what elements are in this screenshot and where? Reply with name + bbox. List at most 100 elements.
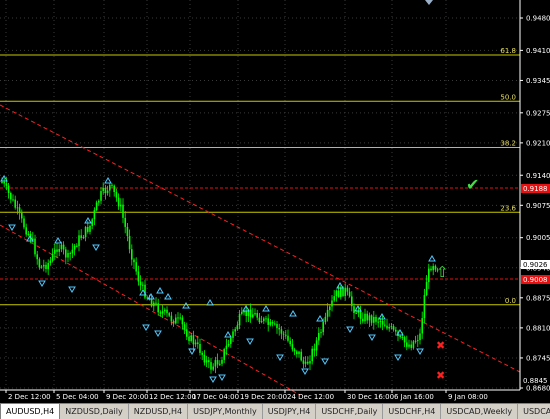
candle-body bbox=[377, 321, 379, 323]
fractal-up-arrow-icon bbox=[289, 310, 297, 317]
candle-body bbox=[192, 335, 195, 345]
candle-body bbox=[5, 183, 8, 186]
candle-body bbox=[91, 219, 93, 226]
chart-tabs-bar: AUDUSD,H4 NZDUSD,Daily NZDUSD,H4 USDJPY,Mon… bbox=[0, 403, 550, 419]
candle-body bbox=[249, 309, 252, 318]
time-tick-label: 12 Dec 12:00 bbox=[149, 393, 196, 401]
candle-body bbox=[212, 366, 214, 370]
candle-body bbox=[423, 295, 426, 319]
candle-body bbox=[289, 340, 291, 345]
cross-icon: ✖ bbox=[436, 369, 445, 382]
candle-body bbox=[430, 268, 432, 271]
candle-series bbox=[1, 177, 439, 374]
candle-body bbox=[106, 190, 109, 193]
chart-tab[interactable]: AUDUSD,H4 bbox=[0, 404, 61, 419]
price-tick-label: 0.9075 bbox=[526, 202, 550, 210]
candle-body bbox=[12, 199, 14, 201]
fractal-up-arrow-icon bbox=[378, 313, 386, 320]
chart-tab[interactable]: USDJPY,Monthly bbox=[188, 404, 263, 419]
candle-body bbox=[47, 263, 49, 269]
candle-body bbox=[278, 327, 280, 330]
fractal-down-arrow-icon bbox=[218, 374, 226, 381]
candle-body bbox=[241, 311, 243, 314]
fractal-up-arrow-icon bbox=[104, 177, 112, 184]
chart-tab[interactable]: USDCHF,Daily bbox=[316, 404, 384, 419]
chart-tab[interactable]: USDCAD,Weekly bbox=[441, 404, 519, 419]
candle-body bbox=[221, 359, 223, 364]
candle-body bbox=[304, 361, 307, 364]
candle-body bbox=[82, 237, 85, 239]
candle-body bbox=[252, 314, 254, 318]
fractal-up-arrow-icon bbox=[224, 331, 232, 338]
candle-body bbox=[230, 337, 232, 344]
candle-body bbox=[311, 348, 313, 362]
candle-body bbox=[315, 340, 318, 351]
candle-body bbox=[236, 325, 239, 330]
chart-tab[interactable]: USDCAD,H4 bbox=[518, 404, 550, 419]
candle-body bbox=[203, 354, 206, 363]
upper-trendline[interactable] bbox=[0, 104, 521, 373]
candle-body bbox=[43, 264, 45, 267]
time-tick-label: 9 Jan 08:00 bbox=[448, 393, 488, 401]
candle-body bbox=[351, 296, 353, 307]
candle-body bbox=[408, 344, 410, 347]
chart-tab[interactable]: NZDUSD,H4 bbox=[129, 404, 189, 419]
candle-body bbox=[120, 204, 122, 207]
fractal-down-arrow-icon bbox=[38, 280, 46, 287]
candle-body bbox=[326, 310, 329, 317]
candle-body bbox=[265, 318, 267, 320]
candle-body bbox=[421, 318, 423, 334]
candle-body bbox=[73, 245, 76, 250]
candle-body bbox=[181, 317, 184, 325]
candle-body bbox=[219, 363, 221, 365]
candle-body bbox=[267, 318, 269, 325]
candle-body bbox=[370, 315, 373, 323]
candle-body bbox=[45, 264, 47, 269]
candle-body bbox=[98, 200, 100, 203]
price-chart[interactable]: 61.8 50.0 38.2 23.6 0.0 ✔ ⇧ ✖ ✖ 0.9480 0.9410… bbox=[0, 0, 550, 419]
candle-body bbox=[56, 249, 58, 252]
candle-body bbox=[23, 218, 25, 228]
candle-body bbox=[417, 340, 419, 342]
candle-body bbox=[95, 202, 98, 211]
candle-body bbox=[93, 210, 96, 220]
time-axis[interactable]: 2 Dec 12:00 5 Dec 04:00 9 Dec 20:00 12 Dec … bbox=[0, 389, 520, 401]
price-label-red-1-text: 0.9188 bbox=[523, 185, 548, 193]
price-axis[interactable]: 0.9480 0.9410 0.9345 0.9275 0.9210 0.9140 0.90… bbox=[519, 0, 550, 403]
candle-body bbox=[282, 333, 285, 335]
candle-body bbox=[410, 344, 412, 348]
candle-body bbox=[164, 309, 166, 312]
fractal-down-arrow-icon bbox=[368, 334, 376, 341]
fractal-up-arrow-icon bbox=[182, 302, 190, 309]
candle-body bbox=[234, 329, 236, 332]
candle-body bbox=[40, 266, 43, 268]
fib-level-label: 38.2 bbox=[500, 140, 516, 148]
candle-body bbox=[388, 327, 390, 329]
candle-body bbox=[155, 302, 157, 304]
candle-body bbox=[386, 325, 388, 329]
candle-body bbox=[335, 290, 338, 297]
chart-tab[interactable]: NZDUSD,Daily bbox=[60, 404, 129, 419]
chart-tab[interactable]: USDJPY,H4 bbox=[263, 404, 317, 419]
candle-body bbox=[18, 207, 21, 213]
candle-body bbox=[194, 342, 197, 345]
candle-body bbox=[285, 334, 287, 336]
fractal-up-arrow-icon bbox=[262, 305, 270, 312]
candle-body bbox=[54, 249, 56, 254]
candle-body bbox=[84, 226, 87, 238]
candle-body bbox=[122, 204, 124, 218]
candle-body bbox=[232, 331, 234, 338]
price-tick-label: 0.9345 bbox=[526, 77, 550, 85]
fib-level-label: 23.6 bbox=[500, 204, 516, 212]
candle-body bbox=[256, 313, 258, 318]
candle-body bbox=[150, 299, 153, 307]
up-arrow-icon: ⇧ bbox=[436, 263, 449, 281]
candle-body bbox=[313, 348, 316, 351]
candle-body bbox=[168, 313, 170, 316]
candle-body bbox=[403, 337, 406, 343]
candle-body bbox=[104, 187, 107, 193]
candle-body bbox=[302, 360, 305, 364]
chart-tab[interactable]: USDCHF,H4 bbox=[383, 404, 442, 419]
fractal-down-arrow-icon bbox=[209, 376, 217, 383]
candle-body bbox=[76, 245, 78, 247]
